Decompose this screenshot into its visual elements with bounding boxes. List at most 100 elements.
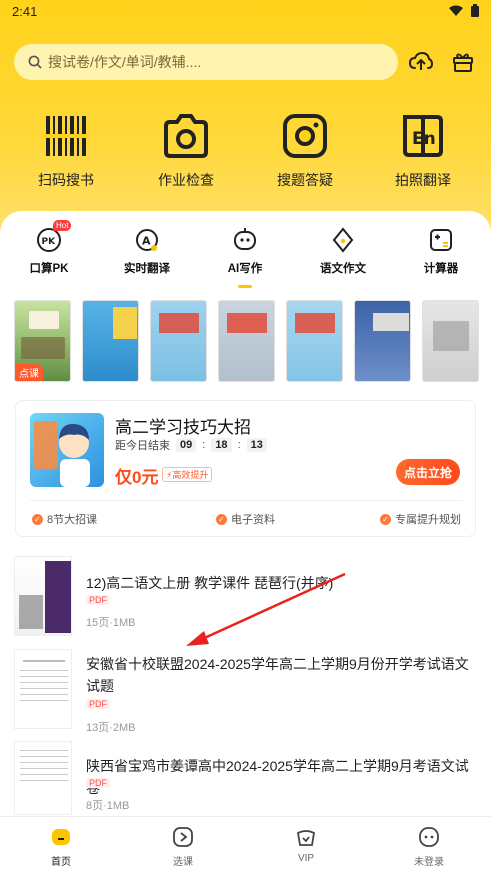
tool-label: AI写作: [227, 263, 263, 275]
document-meta: 8页·1MB: [86, 800, 130, 812]
quick-tool-label: 作业检查: [158, 172, 214, 188]
book-cover[interactable]: 点课: [14, 300, 71, 382]
battery-icon: [471, 4, 479, 17]
document-thumbnail-line: [20, 762, 68, 763]
translate-a-icon: A: [133, 226, 161, 254]
tab-label: 首页: [51, 857, 71, 868]
quick-tools: 扫码搜书 作业检查 搜题答疑 En 拍照翻译: [0, 112, 491, 192]
tool-calculator[interactable]: 计算器: [401, 226, 481, 276]
promo-price-tag: ⚡高效提升: [162, 467, 213, 482]
document-item[interactable]: 12)高二语文上册 教学课件 琵琶行(并序) PDF 15页·1MB: [14, 556, 476, 636]
tools-row: PK Hot 口算PK A 实时翻译 AI写作 语文作文 计算器: [0, 220, 491, 286]
quick-tool-label: 扫码搜书: [38, 172, 94, 188]
document-thumbnail-line: [20, 700, 68, 701]
document-thumbnail-line: [20, 750, 68, 751]
book-cover[interactable]: [286, 300, 343, 382]
document-thumbnail-line: [20, 688, 68, 689]
search-photo-icon: [280, 112, 330, 160]
pdf-badge: PDF: [86, 778, 110, 788]
book-cover-art: [433, 321, 469, 351]
document-thumbnail-line: [20, 780, 68, 781]
promo-title: 高二学习技巧大招: [115, 418, 251, 437]
promo-cover-illustration: [34, 421, 90, 487]
tab-vip[interactable]: VIP: [266, 825, 346, 864]
search-input[interactable]: [48, 54, 368, 70]
tab-courses[interactable]: 选课: [143, 825, 223, 868]
tool-ai-writing[interactable]: AI写作: [205, 226, 285, 276]
document-thumbnail: [14, 741, 72, 815]
document-thumbnail-line: [20, 694, 68, 695]
book-cover-art: [21, 337, 65, 359]
pen-icon: [329, 226, 357, 254]
search-box[interactable]: [14, 44, 398, 80]
gift-button[interactable]: [450, 49, 476, 75]
book-cover[interactable]: [422, 300, 479, 382]
document-thumbnail: [14, 556, 72, 636]
tool-label: 实时翻译: [124, 263, 170, 275]
document-item[interactable]: 陕西省宝鸡市姜谭高中2024-2025学年高二上学期9月考语文试卷 PDF 8页…: [14, 741, 476, 821]
status-icons: [449, 4, 479, 17]
quick-tool-scan-book[interactable]: 扫码搜书: [21, 112, 111, 190]
books-row[interactable]: 点课: [14, 300, 491, 384]
tool-live-translate[interactable]: A 实时翻译: [107, 226, 187, 276]
document-thumbnail-line: [23, 660, 65, 662]
document-thumbnail-line: [20, 682, 68, 683]
countdown: 距今日结束 09 : 18 : 13: [115, 437, 267, 453]
promo-feature: ✓ 专属提升规划: [380, 511, 461, 527]
countdown-seconds: 13: [246, 438, 267, 452]
document-meta: 13页·2MB: [86, 722, 136, 734]
tool-mental-math-pk[interactable]: PK Hot 口算PK: [9, 220, 89, 276]
countdown-separator: :: [202, 439, 206, 451]
search-icon: [28, 55, 42, 69]
quick-tool-label: 拍照翻译: [395, 172, 451, 188]
calculator-icon: [427, 226, 455, 254]
tab-label: VIP: [297, 853, 315, 864]
play-icon: [171, 825, 195, 849]
profile-icon: [417, 825, 441, 849]
bottom-tab-bar: 首页 选课 VIP 未登录: [0, 816, 491, 872]
tab-label: 未登录: [414, 857, 444, 868]
book-cover-label: [159, 313, 199, 333]
buy-now-button[interactable]: 点击立抢: [396, 459, 460, 485]
search-row: [14, 43, 484, 81]
book-cover-label: [373, 313, 409, 331]
book-cover[interactable]: [150, 300, 207, 382]
book-cover[interactable]: [354, 300, 411, 382]
quick-tool-homework-check[interactable]: 作业检查: [141, 112, 231, 190]
translate-en-icon: En: [398, 112, 448, 160]
document-thumbnail-line: [20, 768, 68, 769]
document-thumbnail-art: [19, 595, 43, 629]
page-indicator: [238, 285, 252, 288]
document-item[interactable]: 安徽省十校联盟2024-2025学年高二上学期9月份开学考试语文试题 PDF 1…: [14, 649, 476, 734]
document-thumbnail-line: [20, 774, 68, 775]
gift-icon: [453, 53, 473, 72]
check-icon: ✓: [380, 513, 391, 525]
tab-profile[interactable]: 未登录: [389, 825, 469, 868]
tab-home[interactable]: 首页: [21, 825, 101, 868]
document-thumbnail: [14, 649, 72, 729]
tool-label: 计算器: [423, 263, 459, 275]
promo-card[interactable]: 高二学习技巧大招 距今日结束 09 : 18 : 13 仅0元 ⚡高效提升 点击…: [15, 400, 476, 537]
book-cover[interactable]: [82, 300, 139, 382]
quick-tool-search-answer[interactable]: 搜题答疑: [260, 112, 350, 190]
tab-label: 选课: [173, 857, 193, 868]
document-title: 安徽省十校联盟2024-2025学年高二上学期9月份开学考试语文试题: [86, 656, 469, 694]
book-cover-label: [29, 311, 59, 329]
check-icon: ✓: [216, 513, 227, 525]
document-meta: 15页·1MB: [86, 617, 136, 629]
countdown-hours: 09: [176, 438, 197, 452]
promo-feature-label: 电子资料: [231, 514, 275, 526]
countdown-label: 距今日结束: [115, 440, 170, 452]
svg-text:En: En: [412, 129, 436, 149]
book-cover[interactable]: [218, 300, 275, 382]
tool-chinese-essay[interactable]: 语文作文: [303, 226, 383, 276]
book-tag: 点课: [15, 364, 43, 381]
promo-price: 仅0元: [115, 468, 159, 487]
quick-tool-photo-translate[interactable]: En 拍照翻译: [378, 112, 468, 190]
promo-feature: ✓ 电子资料: [216, 511, 275, 527]
status-time: 2:41: [12, 4, 38, 19]
svg-text:PK: PK: [42, 237, 57, 247]
promo-feature-label: 8节大招课: [47, 514, 98, 526]
upload-cloud-button[interactable]: [408, 49, 434, 75]
document-thumbnail-line: [20, 676, 68, 677]
